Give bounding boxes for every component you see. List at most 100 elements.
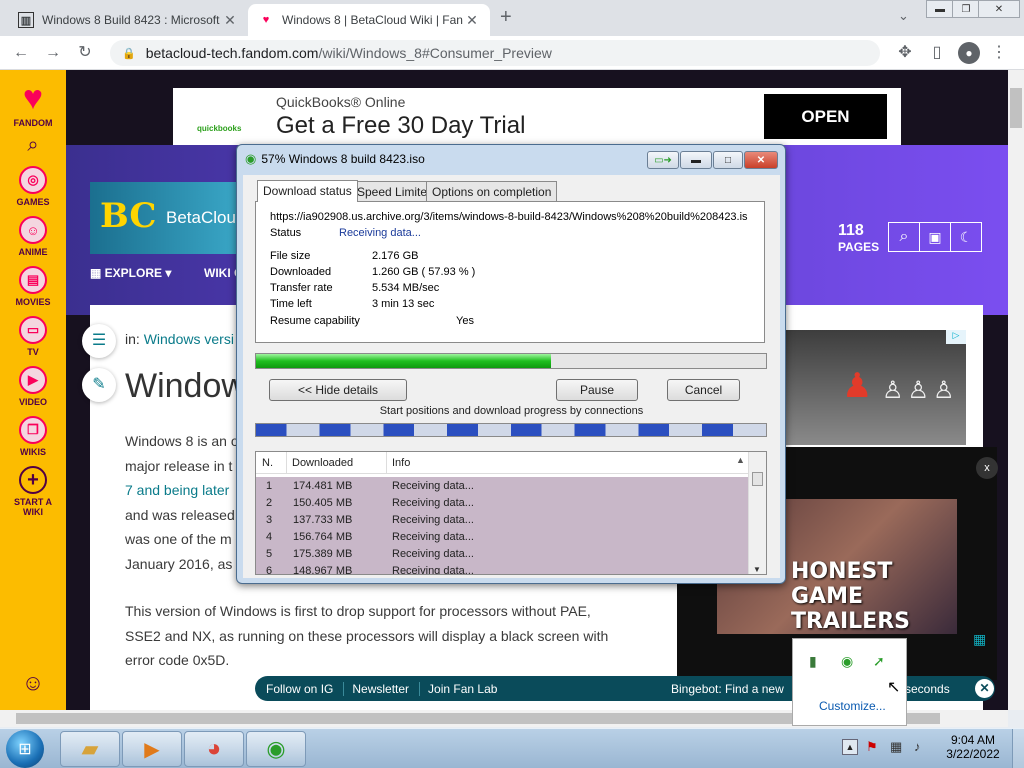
restore-button[interactable]: ❐: [952, 0, 980, 18]
table-row[interactable]: 6 148.967 MB Receiving data...: [256, 562, 748, 574]
conn-info: Receiving data...: [392, 496, 474, 509]
discussions-icon[interactable]: ▣: [919, 222, 951, 252]
cancel-button[interactable]: Cancel: [667, 379, 740, 401]
conn-downloaded: 137.733 MB: [293, 513, 353, 526]
table-row[interactable]: 4 156.764 MB Receiving data...: [256, 528, 748, 545]
extensions-icon[interactable]: ✥: [896, 44, 914, 62]
ad-banner[interactable]: quickbooks QuickBooks® Online Get a Free…: [173, 88, 901, 145]
rail-item-anime[interactable]: ☺ ANIME: [19, 216, 48, 257]
scroll-thumb[interactable]: [1010, 88, 1022, 128]
close-icon[interactable]: ✕: [222, 12, 238, 29]
menu-icon[interactable]: ⋮: [990, 44, 1008, 62]
clock[interactable]: 9:04 AM 3/22/2022: [938, 733, 1008, 761]
tab-download-status[interactable]: Download status: [257, 180, 358, 202]
column-header[interactable]: Downloaded: [292, 457, 353, 469]
wiki-name: BetaClou: [166, 208, 236, 227]
customize-link[interactable]: Customize...: [819, 699, 886, 713]
toc-icon[interactable]: ☰: [82, 324, 116, 358]
rail-item-video[interactable]: ▶ VIDEO: [18, 366, 47, 407]
side-ad-image[interactable]: ♟ ♙♙♙: [786, 330, 966, 445]
conn-downloaded: 175.389 MB: [293, 547, 353, 560]
column-header[interactable]: Info: [392, 457, 410, 469]
url-path: /wiki/Windows_8#Consumer_Preview: [318, 45, 552, 61]
column-header[interactable]: N.: [262, 457, 273, 469]
chevron-down-icon[interactable]: ⌄: [898, 8, 909, 24]
forward-icon[interactable]: →: [44, 44, 62, 62]
minimize-to-tray-button[interactable]: ▭➜: [647, 151, 679, 169]
reload-icon[interactable]: ↻: [76, 44, 94, 62]
breadcrumb-link[interactable]: Windows versi: [144, 331, 234, 347]
rail-item-games[interactable]: ◎ GAMES: [16, 166, 50, 207]
rail-item-start-wiki[interactable]: + START A WIKI: [8, 466, 58, 517]
table-scrollbar[interactable]: ▼: [748, 452, 766, 574]
vertical-scrollbar[interactable]: [1008, 70, 1024, 710]
dark-mode-icon[interactable]: ☾: [950, 222, 982, 252]
video-close-button[interactable]: x: [976, 457, 998, 479]
minimize-button[interactable]: ▬: [926, 0, 954, 18]
address-bar[interactable]: 🔒 betacloud-tech.fandom.com/wiki/Windows…: [110, 40, 880, 66]
show-desktop-button[interactable]: [1012, 729, 1024, 768]
tab-speed-limiter[interactable]: Speed Limiter: [351, 181, 438, 201]
explorer-taskbar-button[interactable]: ▰: [60, 731, 120, 767]
status-value: Receiving data...: [339, 227, 421, 239]
fandom-rail: ♥ FANDOM ⌕ ◎ GAMES ☺ ANIME ▤ MOVIES ▭ TV ▶ VI…: [0, 70, 66, 710]
profile-icon[interactable]: ●: [958, 42, 980, 64]
new-tab-icon[interactable]: +: [500, 6, 512, 29]
progress-bar: [255, 353, 767, 369]
conn-number: 2: [266, 496, 273, 509]
follow-link[interactable]: Follow on IG: [266, 682, 333, 696]
edit-icon[interactable]: ✎: [82, 368, 116, 402]
table-row[interactable]: 1 174.481 MB Receiving data...: [256, 477, 748, 494]
tab-betacloud[interactable]: ♥ Windows 8 | BetaCloud Wiki | Fan ✕: [248, 4, 490, 36]
search-icon[interactable]: ⌕: [27, 134, 38, 157]
minimize-button[interactable]: ▬: [680, 151, 712, 169]
fandom-heart-icon[interactable]: ♥: [23, 78, 43, 118]
tab-options-on-completion[interactable]: Options on completion: [426, 181, 558, 201]
start-button[interactable]: ⊞: [6, 730, 44, 768]
chrome-icon: ◕: [206, 735, 222, 762]
idm-download-icon[interactable]: ➚: [873, 653, 885, 670]
adchoices-icon[interactable]: ▷: [946, 330, 966, 344]
dialog-close-button[interactable]: ✕: [744, 151, 778, 169]
back-icon[interactable]: ←: [12, 44, 30, 62]
table-row[interactable]: 2 150.405 MB Receiving data...: [256, 494, 748, 511]
wiki-logo[interactable]: BC BetaClou: [90, 182, 240, 254]
window-close-button[interactable]: ✕: [978, 0, 1020, 18]
scroll-thumb[interactable]: [752, 472, 763, 486]
people-icon: ♙♙♙: [882, 377, 959, 404]
fanlab-link[interactable]: Join Fan Lab: [419, 681, 497, 696]
conn-downloaded: 174.481 MB: [293, 479, 353, 492]
pages-count: 118: [838, 222, 864, 239]
chrome-taskbar-button[interactable]: ◕: [184, 731, 244, 767]
maximize-button[interactable]: □: [713, 151, 743, 169]
ad-open-button[interactable]: OPEN: [764, 94, 887, 139]
search-icon[interactable]: ⌕: [888, 222, 920, 252]
rail-item-movies[interactable]: ▤ MOVIES: [15, 266, 51, 307]
media-player-taskbar-button[interactable]: ▶: [122, 731, 182, 767]
sidepanel-icon[interactable]: ▯: [928, 44, 946, 62]
connections-table[interactable]: N. Downloaded Info ▲ 1 174.481 MB Receivin…: [255, 451, 767, 575]
table-row[interactable]: 5 175.389 MB Receiving data...: [256, 545, 748, 562]
show-hidden-icons-button[interactable]: ▲: [842, 739, 858, 755]
action-center-icon[interactable]: ⚑: [866, 739, 878, 755]
sort-chevron-icon: ▲: [736, 455, 745, 465]
pause-button[interactable]: Pause: [556, 379, 638, 401]
rail-item-wikis[interactable]: ❐ WIKIS: [19, 416, 47, 457]
user-icon[interactable]: ☺: [22, 670, 44, 696]
hide-details-button[interactable]: << Hide details: [269, 379, 407, 401]
table-row[interactable]: 3 137.733 MB Receiving data...: [256, 511, 748, 528]
idm-tray-icon[interactable]: ◉: [841, 653, 853, 670]
fandom-logo[interactable]: FANDOM: [14, 118, 53, 128]
newsletter-link[interactable]: Newsletter: [343, 681, 409, 696]
tab-archive[interactable]: ▥ Windows 8 Build 8423 : Microsoft ✕: [8, 4, 248, 36]
network-icon[interactable]: ▦: [890, 739, 902, 755]
volume-icon[interactable]: ♪: [914, 739, 921, 754]
rail-item-tv[interactable]: ▭ TV: [19, 316, 47, 357]
close-icon[interactable]: ✕: [975, 679, 994, 698]
close-icon[interactable]: ✕: [464, 12, 480, 29]
url-host: betacloud-tech.fandom.com: [145, 45, 319, 61]
idm-taskbar-button[interactable]: ◉: [246, 731, 306, 767]
explore-menu[interactable]: ▦ EXPLORE ▾: [90, 266, 171, 280]
safely-remove-icon[interactable]: ▮: [809, 653, 817, 670]
scroll-down-icon[interactable]: ▼: [753, 565, 761, 574]
